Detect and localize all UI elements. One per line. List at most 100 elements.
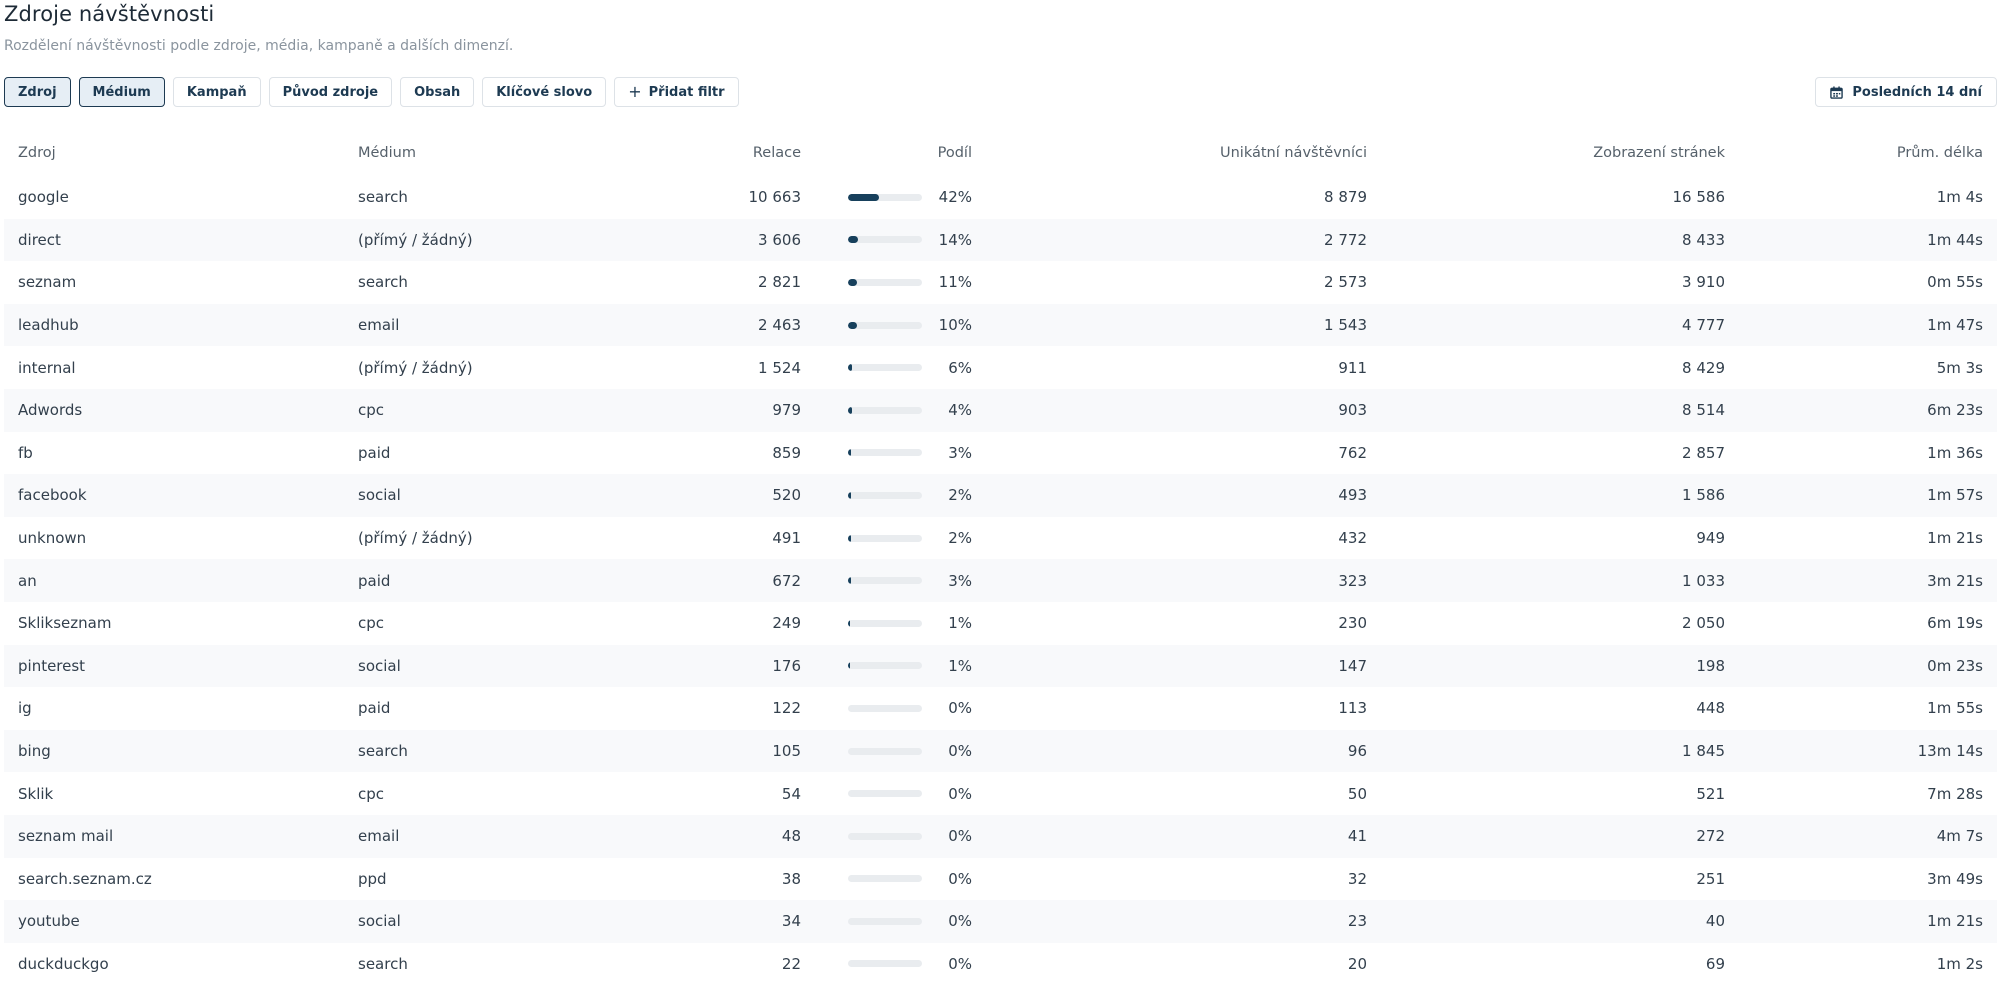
cell-sessions: 105: [772, 742, 801, 761]
share-bar: [848, 687, 922, 730]
cell-sessions: 1 524: [758, 358, 801, 377]
cell-medium: paid: [358, 571, 391, 590]
filter-chip-medium[interactable]: Médium: [78, 77, 165, 107]
cell-source: an: [18, 571, 37, 590]
filter-chip-klicove-slovo[interactable]: Klíčové slovo: [482, 77, 607, 107]
filter-chip-obsah[interactable]: Obsah: [400, 77, 475, 107]
table-row: facebook social 520 2% 493 1 586 1m 57s: [4, 474, 1997, 517]
share-bar-fill: [848, 577, 851, 585]
table-row: Sklikseznam cpc 249 1% 230 2 050 6m 19s: [4, 602, 1997, 645]
cell-unique-visitors: 32: [1347, 869, 1367, 888]
cell-share: 6%: [948, 358, 972, 377]
share-bar-track: [848, 364, 922, 372]
calendar-icon: [1830, 85, 1844, 99]
cell-source: internal: [18, 358, 76, 377]
table-row: ig paid 122 0% 113 448 1m 55s: [4, 687, 1997, 730]
share-bar: [848, 432, 922, 475]
cell-unique-visitors: 903: [1338, 401, 1367, 420]
share-bar-track: [848, 534, 922, 542]
cell-sessions: 249: [772, 614, 801, 633]
share-bar: [848, 474, 922, 517]
share-bar: [848, 176, 922, 219]
cell-avg-duration: 1m 55s: [1927, 699, 1983, 718]
cell-avg-duration: 1m 4s: [1936, 188, 1983, 207]
cell-sessions: 520: [772, 486, 801, 505]
cell-medium: paid: [358, 443, 391, 462]
cell-share: 3%: [948, 443, 972, 462]
share-bar-track: [848, 832, 922, 840]
cell-sessions: 491: [772, 529, 801, 548]
cell-page-views: 2 050: [1682, 614, 1725, 633]
cell-source: Sklikseznam: [18, 614, 112, 633]
share-bar: [848, 304, 922, 347]
cell-avg-duration: 7m 28s: [1927, 784, 1983, 803]
table-row: pinterest social 176 1% 147 198 0m 23s: [4, 644, 1997, 688]
cell-avg-duration: 1m 21s: [1927, 912, 1983, 931]
share-bar-track: [848, 875, 922, 883]
date-range-button[interactable]: Posledních 14 dní: [1815, 77, 1997, 107]
cell-medium: paid: [358, 699, 391, 718]
filter-chip-puvod-zdroje[interactable]: Původ zdroje: [268, 77, 393, 107]
share-bar: [848, 602, 922, 645]
cell-source: search.seznam.cz: [18, 869, 152, 888]
share-bar-fill: [848, 619, 850, 627]
cell-unique-visitors: 96: [1347, 742, 1367, 761]
share-bar-fill: [848, 278, 857, 286]
cell-source: seznam: [18, 273, 77, 292]
cell-sessions: 122: [772, 699, 801, 718]
table-row: duckduckgo search 22 0% 20 69 1m 2s: [4, 943, 1997, 981]
cell-avg-duration: 4m 7s: [1936, 827, 1983, 846]
share-bar-fill: [848, 193, 880, 201]
cell-share: 3%: [948, 571, 972, 590]
cell-medium: search: [358, 954, 408, 973]
share-bar-track: [848, 406, 922, 414]
cell-medium: search: [358, 273, 408, 292]
cell-source: Sklik: [18, 784, 54, 803]
column-header-medium[interactable]: Médium: [358, 130, 416, 176]
column-header-zdroj[interactable]: Zdroj: [18, 130, 56, 176]
column-header-unikatni-navstevnici[interactable]: Unikátní návštěvníci: [1220, 130, 1367, 176]
cell-page-views: 4 777: [1682, 316, 1725, 335]
cell-avg-duration: 6m 23s: [1927, 401, 1983, 420]
share-bar: [848, 900, 922, 943]
page-title: Zdroje návštěvnosti: [4, 2, 215, 26]
filter-chip-zdroj[interactable]: Zdroj: [4, 77, 71, 107]
share-bar-fill: [848, 406, 852, 414]
cell-source: fb: [18, 443, 33, 462]
share-bar-track: [848, 449, 922, 457]
cell-page-views: 1 586: [1682, 486, 1725, 505]
cell-sessions: 859: [772, 443, 801, 462]
share-bar: [848, 772, 922, 815]
add-filter-button[interactable]: + Přidat filtr: [614, 77, 739, 107]
share-bar: [848, 517, 922, 560]
cell-source: unknown: [18, 529, 87, 548]
cell-page-views: 2 857: [1682, 443, 1725, 462]
share-bar-fill: [848, 662, 850, 670]
cell-page-views: 272: [1696, 827, 1725, 846]
add-filter-label: Přidat filtr: [648, 84, 725, 100]
table-row: an paid 672 3% 323 1 033 3m 21s: [4, 559, 1997, 602]
cell-source: bing: [18, 742, 51, 761]
cell-page-views: 448: [1696, 699, 1725, 718]
share-bar-track: [848, 790, 922, 798]
cell-share: 10%: [938, 316, 972, 335]
cell-medium: cpc: [358, 401, 385, 420]
cell-unique-visitors: 1 543: [1324, 316, 1367, 335]
cell-share: 0%: [948, 869, 972, 888]
share-bar: [848, 730, 922, 773]
cell-sessions: 10 663: [748, 188, 802, 207]
table-row: bing search 105 0% 96 1 845 13m 14s: [4, 729, 1997, 773]
column-header-podil[interactable]: Podíl: [938, 130, 972, 176]
cell-avg-duration: 5m 3s: [1936, 358, 1983, 377]
column-header-prum-delka[interactable]: Prům. délka: [1897, 130, 1983, 176]
filter-chip-kampan[interactable]: Kampaň: [172, 77, 261, 107]
cell-share: 0%: [948, 784, 972, 803]
cell-share: 2%: [948, 486, 972, 505]
cell-unique-visitors: 2 573: [1324, 273, 1367, 292]
cell-sessions: 22: [781, 954, 801, 973]
cell-source: ig: [18, 699, 32, 718]
column-header-zobrazeni-stranek[interactable]: Zobrazení stránek: [1593, 130, 1725, 176]
cell-unique-visitors: 762: [1338, 443, 1367, 462]
column-header-relace[interactable]: Relace: [753, 130, 801, 176]
cell-page-views: 40: [1705, 912, 1725, 931]
